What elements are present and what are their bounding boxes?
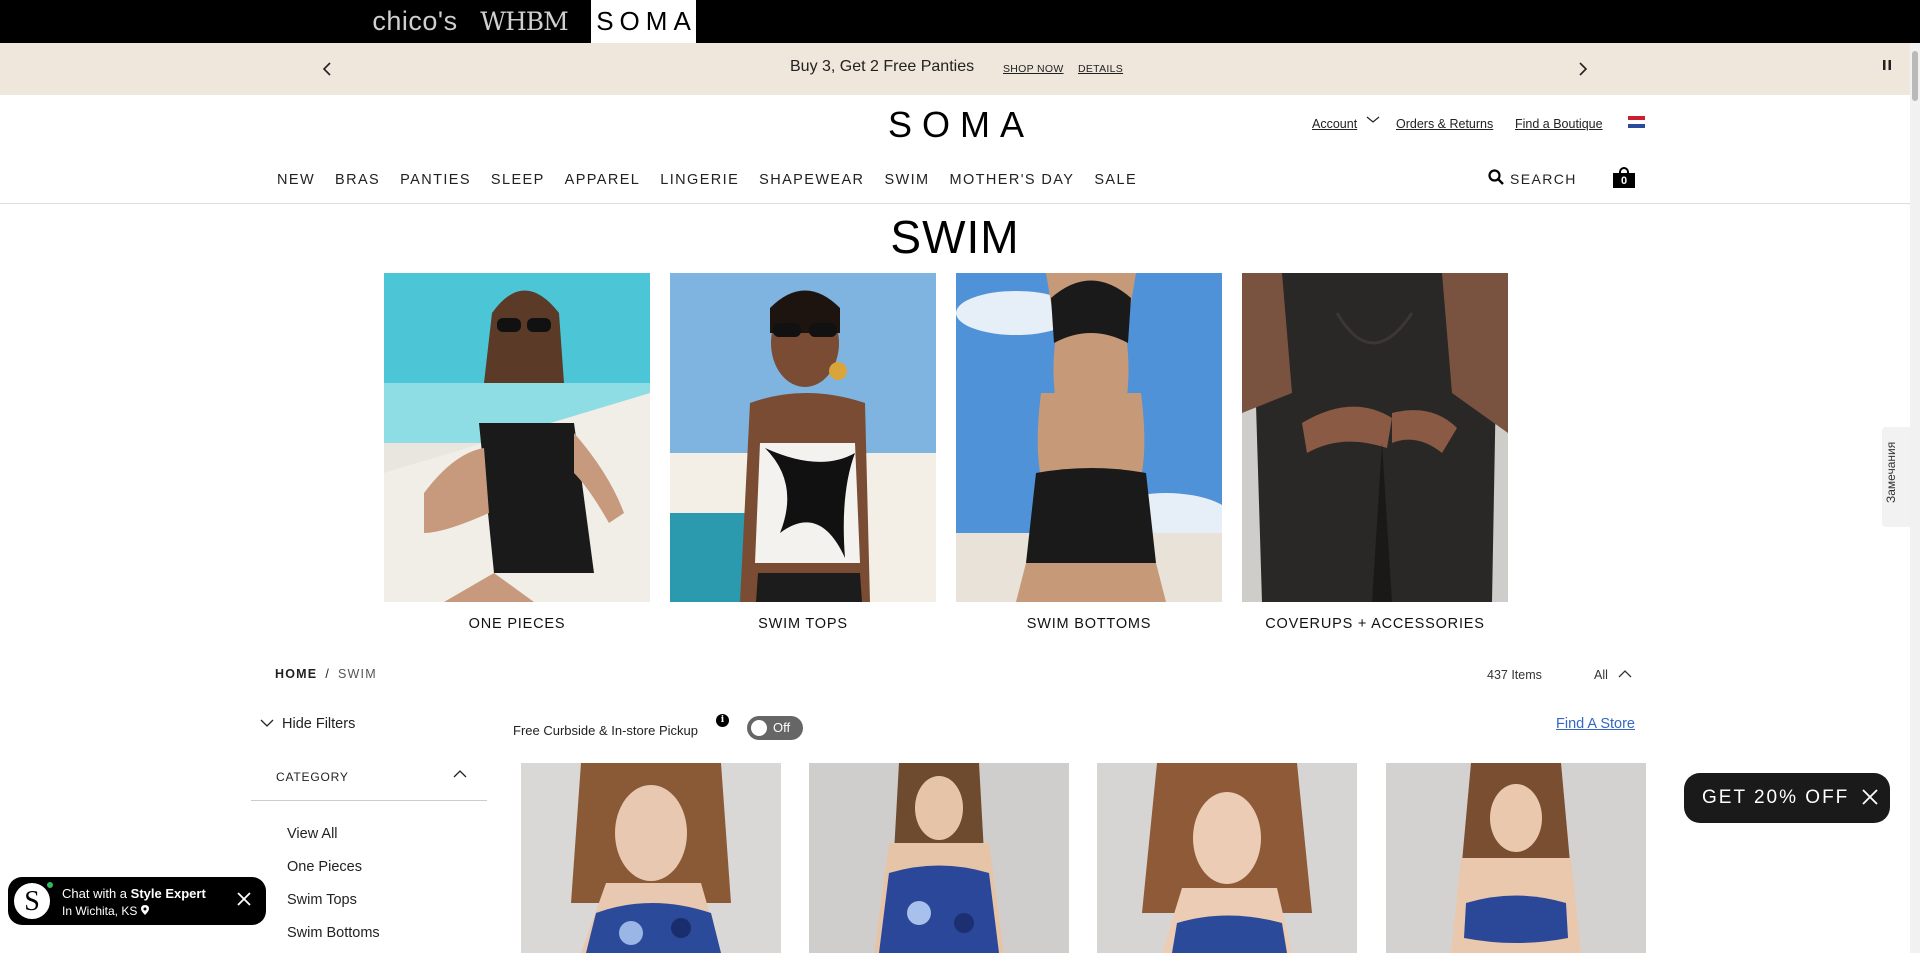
promo-details-link[interactable]: DETAILS — [1078, 63, 1123, 75]
swim-tops-image[interactable] — [670, 273, 936, 602]
product-image[interactable] — [1097, 763, 1357, 953]
category-tile-swim-bottoms[interactable]: SWIM BOTTOMS — [956, 273, 1222, 632]
bag-count: 0 — [1613, 173, 1635, 188]
orders-returns-link[interactable]: Orders & Returns — [1396, 117, 1493, 131]
category-tile-swim-tops[interactable]: SWIM TOPS — [670, 273, 936, 632]
breadcrumb: HOME / SWIM — [275, 667, 377, 681]
view-select-value: All — [1594, 668, 1608, 682]
nav-item-lingerie[interactable]: LINGERIE — [660, 172, 739, 188]
account-chevron-down-icon[interactable] — [1366, 113, 1380, 127]
breadcrumb-separator: / — [325, 667, 330, 681]
promo-prev-arrow-icon[interactable] — [315, 57, 339, 81]
chat-widget[interactable]: S Chat with a Style Expert In Wichita, K… — [8, 877, 266, 925]
online-status-icon — [45, 880, 55, 890]
product-image[interactable] — [1386, 763, 1646, 953]
promo-next-arrow-icon[interactable] — [1571, 57, 1595, 81]
chevron-up-icon — [1618, 668, 1632, 682]
find-boutique-link[interactable]: Find a Boutique — [1515, 117, 1603, 131]
promo-pause-icon[interactable] — [1882, 59, 1892, 74]
product-image[interactable] — [521, 763, 781, 953]
pickup-toggle[interactable]: Off — [747, 716, 803, 740]
product-card[interactable] — [521, 763, 781, 953]
nav-item-panties[interactable]: PANTIES — [400, 172, 471, 188]
offer-close-icon[interactable] — [1862, 784, 1878, 811]
breadcrumb-current: SWIM — [338, 667, 377, 681]
one-pieces-image[interactable] — [384, 273, 650, 602]
promo-bar: Buy 3, Get 2 Free Panties SHOP NOW DETAI… — [0, 43, 1910, 95]
offer-label: GET 20% OFF — [1702, 787, 1850, 808]
category-filter-label: CATEGORY — [276, 770, 349, 784]
page-title: SWIM — [890, 211, 1020, 263]
account-link[interactable]: Account — [1312, 117, 1357, 131]
product-card[interactable] — [1097, 763, 1357, 953]
breadcrumb-home[interactable]: HOME — [275, 667, 317, 681]
view-select[interactable]: All — [1594, 668, 1632, 682]
category-link-swim-tops[interactable]: Swim Tops — [287, 892, 357, 908]
nav-item-swim[interactable]: SWIM — [884, 172, 929, 188]
info-icon[interactable]: i — [716, 714, 729, 727]
promo-shop-now-link[interactable]: SHOP NOW — [1003, 63, 1064, 75]
nav-item-sale[interactable]: SALE — [1094, 172, 1137, 188]
hide-filters-button[interactable]: Hide Filters — [260, 716, 355, 732]
chat-location-text: In Wichita, KS — [62, 904, 138, 918]
product-card[interactable] — [809, 763, 1069, 953]
scrollbar-thumb[interactable] — [1912, 51, 1918, 101]
chevron-down-icon — [260, 716, 274, 732]
category-filter-header[interactable]: CATEGORY — [251, 761, 487, 801]
nav-item-bras[interactable]: BRAS — [335, 172, 380, 188]
nav-item-apparel[interactable]: APPAREL — [565, 172, 641, 188]
nav-item-sleep[interactable]: SLEEP — [491, 172, 545, 188]
category-tile-one-pieces[interactable]: ONE PIECES — [384, 273, 650, 632]
items-count: 437 Items — [1487, 668, 1542, 682]
chat-prefix: Chat with a — [62, 886, 131, 901]
chat-title: Chat with a Style Expert — [62, 886, 206, 901]
page-scrollbar[interactable] — [1910, 43, 1920, 953]
brand-tab-chicos[interactable]: chico's — [360, 0, 470, 43]
brand-tab-whbm[interactable]: WHBM — [480, 0, 568, 43]
find-store-link[interactable]: Find A Store — [1556, 716, 1635, 732]
feedback-side-tab[interactable]: Замечания — [1882, 427, 1910, 527]
shopping-bag-button[interactable]: 0 — [1613, 167, 1635, 189]
search-button[interactable]: SEARCH — [1488, 169, 1577, 188]
nav-item-mothers-day[interactable]: MOTHER'S DAY — [950, 172, 1075, 188]
category-label-swim-bottoms[interactable]: SWIM BOTTOMS — [956, 616, 1222, 632]
swim-bottoms-image[interactable] — [956, 273, 1222, 602]
brand-bar: chico's WHBM SOMA — [0, 0, 1920, 43]
pickup-label: Free Curbside & In-store Pickup — [513, 723, 698, 738]
category-label-one-pieces[interactable]: ONE PIECES — [384, 616, 650, 632]
toggle-knob — [751, 720, 767, 736]
get-discount-button[interactable]: GET 20% OFF — [1684, 773, 1890, 823]
header-divider — [0, 203, 1910, 204]
coverups-accessories-image[interactable] — [1242, 273, 1508, 602]
category-label-swim-tops[interactable]: SWIM TOPS — [670, 616, 936, 632]
chevron-up-icon — [453, 766, 467, 782]
category-link-one-pieces[interactable]: One Pieces — [287, 859, 362, 875]
chat-location: In Wichita, KS — [62, 904, 149, 918]
promo-text: Buy 3, Get 2 Free Panties — [790, 58, 975, 75]
nav-item-shapewear[interactable]: SHAPEWEAR — [759, 172, 864, 188]
category-link-swim-bottoms[interactable]: Swim Bottoms — [287, 925, 380, 941]
country-flag-icon[interactable] — [1628, 116, 1645, 128]
nav-item-new[interactable]: NEW — [277, 172, 315, 188]
feedback-tab-label: Замечания — [1884, 441, 1898, 503]
toggle-state: Off — [773, 720, 791, 735]
category-link-view-all[interactable]: View All — [287, 826, 338, 842]
category-label-coverups-accessories[interactable]: COVERUPS + ACCESSORIES — [1242, 616, 1508, 632]
chat-close-icon[interactable] — [237, 889, 251, 912]
search-label: SEARCH — [1510, 170, 1577, 187]
hide-filters-label: Hide Filters — [282, 716, 356, 732]
product-image[interactable] — [809, 763, 1069, 953]
category-tile-coverups-accessories[interactable]: COVERUPS + ACCESSORIES — [1242, 273, 1508, 632]
chat-bold: Style Expert — [130, 886, 206, 901]
brand-tab-soma[interactable]: SOMA — [591, 0, 696, 43]
main-nav: NEW BRAS PANTIES SLEEP APPAREL LINGERIE … — [277, 172, 1157, 188]
search-icon — [1488, 169, 1504, 188]
product-card[interactable] — [1386, 763, 1646, 953]
location-pin-icon — [140, 904, 149, 918]
site-logo[interactable]: SOMA — [888, 104, 1034, 146]
